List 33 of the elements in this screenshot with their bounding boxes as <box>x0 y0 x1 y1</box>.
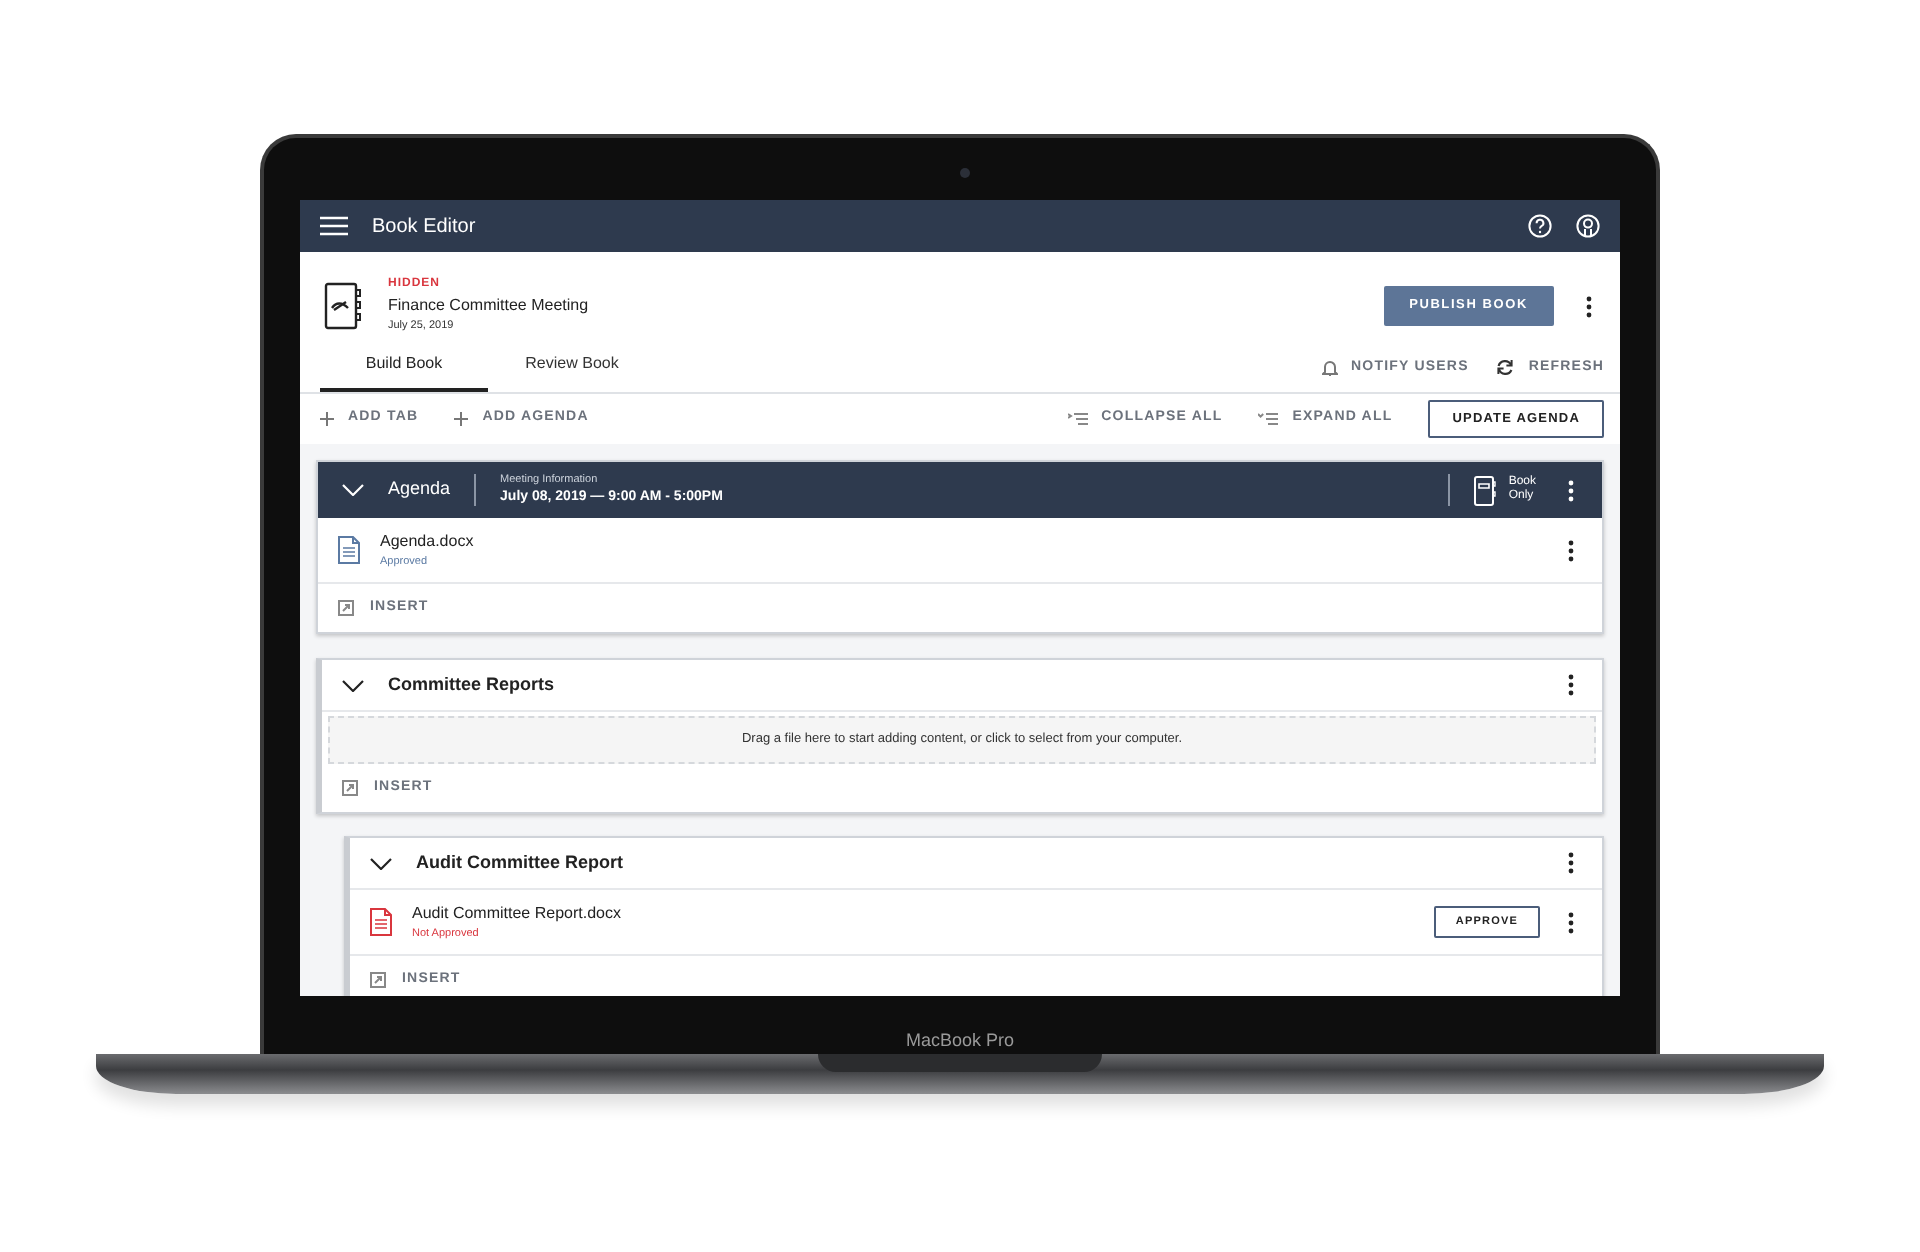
chevron-down-icon[interactable] <box>342 679 364 692</box>
more-icon <box>1586 295 1592 317</box>
file-name: Agenda.docx <box>380 530 476 554</box>
app-title: Book Editor <box>372 213 478 241</box>
more-icon <box>1568 852 1574 874</box>
insert-icon <box>370 972 386 989</box>
more-icon <box>1568 539 1574 562</box>
chevron-down-icon[interactable] <box>370 857 392 869</box>
insert-icon <box>342 780 358 796</box>
refresh-icon <box>1496 358 1515 377</box>
camera-icon <box>960 168 970 178</box>
insert-icon <box>338 600 354 617</box>
plus-icon <box>454 412 469 426</box>
bell-icon <box>1321 358 1338 377</box>
collapse-icon <box>1067 412 1088 426</box>
notebook-icon <box>1474 475 1497 505</box>
book-title: Finance Committee Meeting <box>388 294 591 319</box>
tab[interactable]: Build Book <box>320 340 488 392</box>
file-name: Audit Committee Report.docx <box>412 902 623 926</box>
menu-icon[interactable] <box>320 216 348 236</box>
tab[interactable]: Review Book <box>488 340 656 392</box>
section-title: Audit Committee Report <box>416 849 625 876</box>
help-icon[interactable] <box>1528 214 1552 238</box>
more-icon <box>1568 674 1574 697</box>
expand-icon <box>1258 412 1279 426</box>
device-label: MacBook Pro <box>905 1027 1015 1053</box>
notebook-icon <box>324 282 364 330</box>
plus-icon <box>320 412 334 426</box>
section-title: Committee Reports <box>388 672 557 698</box>
more-icon <box>1568 479 1574 501</box>
more-icon <box>1568 911 1574 934</box>
account-icon[interactable] <box>1576 214 1600 238</box>
section-title: Agenda <box>388 476 451 503</box>
